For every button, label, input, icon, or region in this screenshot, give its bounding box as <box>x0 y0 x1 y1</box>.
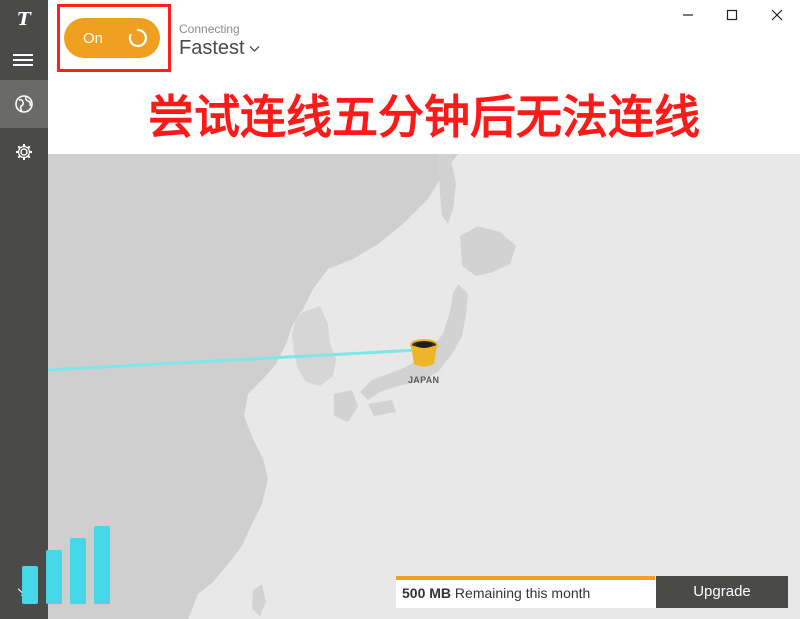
server-name: Fastest <box>179 37 245 59</box>
chevron-down-icon <box>249 45 260 52</box>
spinner-icon <box>128 28 147 48</box>
data-progress-track <box>396 576 656 580</box>
app-logo: T <box>17 9 31 30</box>
error-banner: 尝试连线五分钟后无法连线 <box>48 80 800 154</box>
connection-status: Connecting <box>179 22 240 36</box>
vpn-toggle-label: On <box>83 30 104 47</box>
map-canvas <box>48 154 800 619</box>
maximize-icon[interactable] <box>720 6 744 24</box>
data-remaining-text: 500 MB Remaining this month <box>402 585 590 601</box>
data-remaining-panel: 500 MB Remaining this month <box>396 576 656 608</box>
data-progress-fill <box>396 576 655 580</box>
signal-bars-icon <box>22 526 110 604</box>
map-country-label: JAPAN <box>408 375 440 385</box>
server-selector[interactable]: Fastest <box>179 37 260 60</box>
gear-icon <box>16 144 32 160</box>
hamburger-menu-icon[interactable] <box>10 48 38 72</box>
upgrade-button[interactable]: Upgrade <box>656 576 788 608</box>
vpn-toggle[interactable]: On <box>64 18 160 58</box>
data-amount: 500 MB <box>402 585 452 601</box>
data-remaining-label: Remaining this month <box>454 585 591 601</box>
map[interactable]: JAPAN <box>48 154 800 619</box>
minimize-icon[interactable] <box>676 6 700 24</box>
sidebar-item-settings[interactable] <box>0 130 48 174</box>
location-pin-icon <box>410 339 438 367</box>
globe-icon <box>15 95 33 113</box>
banner-text: 尝试连线五分钟后无法连线 <box>148 90 700 144</box>
sidebar-item-locations[interactable] <box>0 80 48 128</box>
close-icon[interactable] <box>765 6 789 24</box>
